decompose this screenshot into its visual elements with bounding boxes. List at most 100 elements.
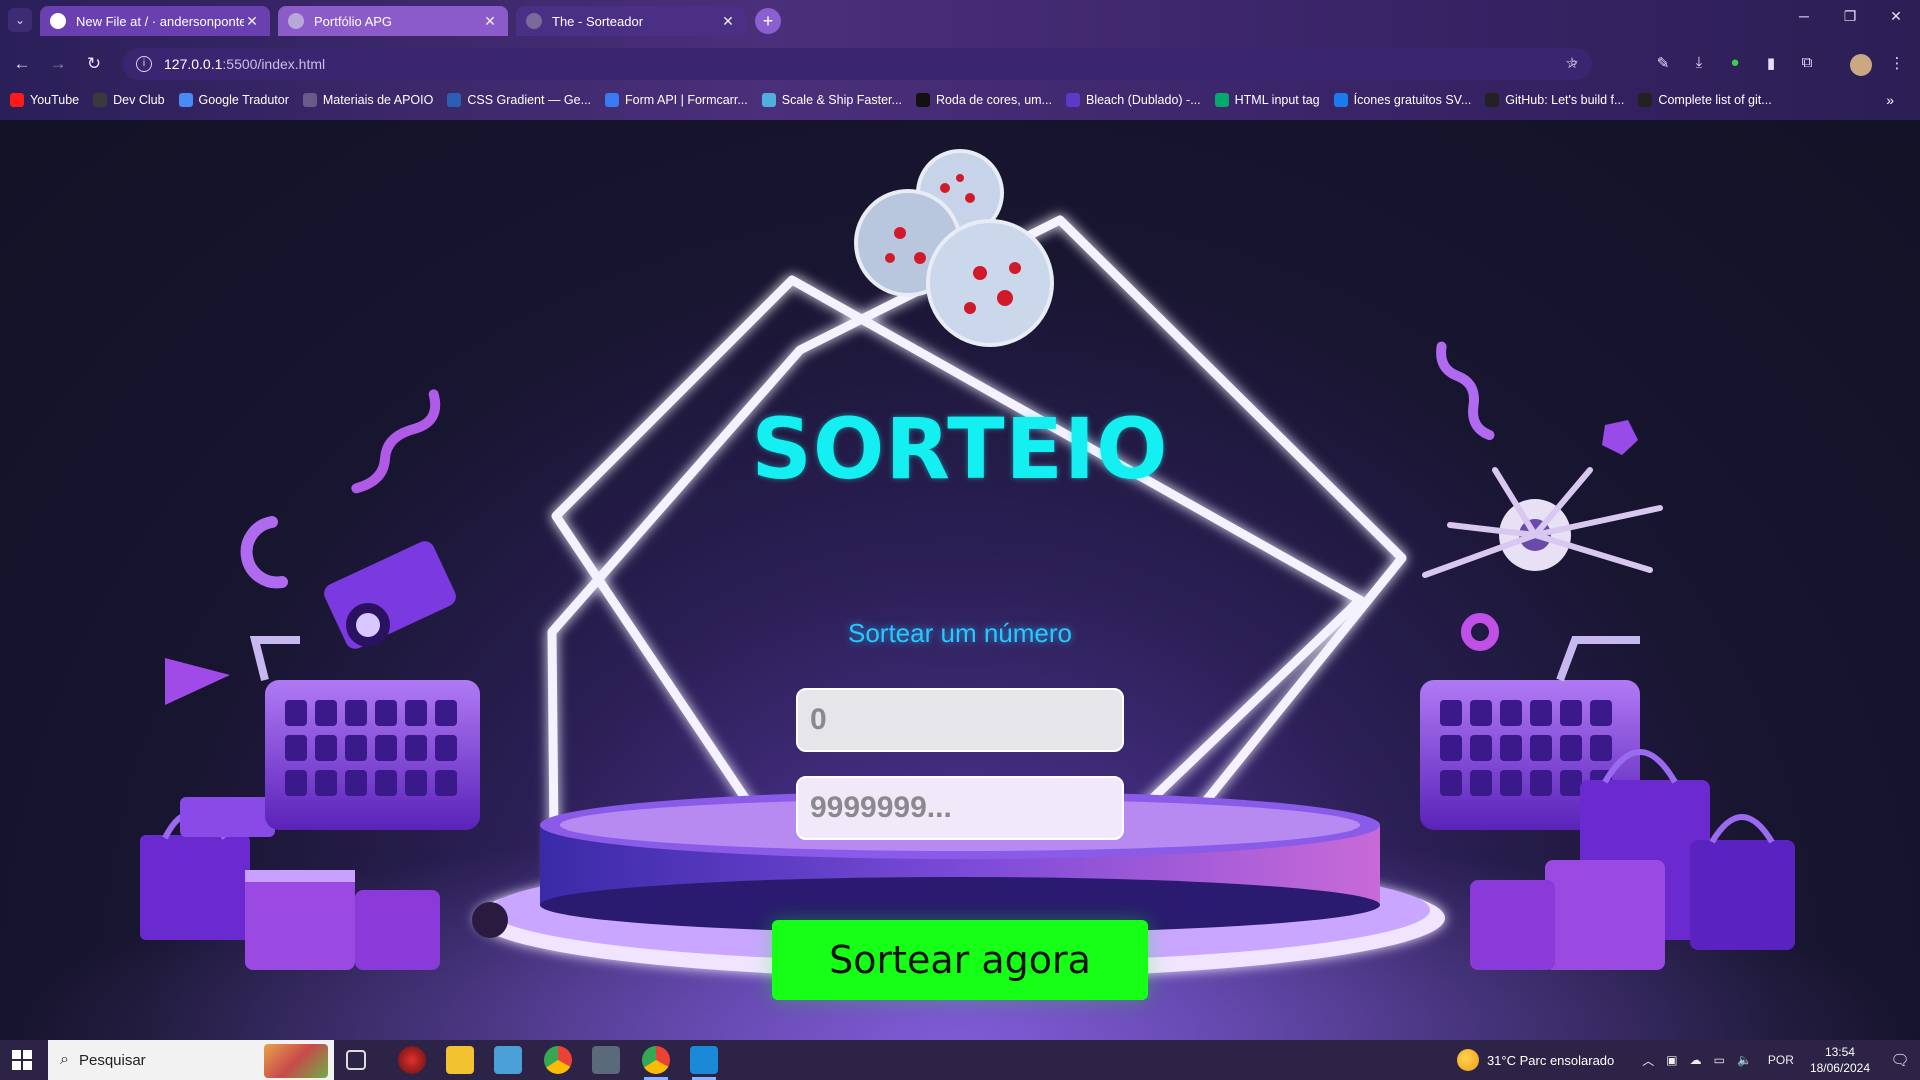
play-icon [1065,93,1080,107]
max-number-input[interactable] [796,776,1124,840]
tab-strip: ⌄ New File at / · andersonpontes8 ✕ Port… [0,0,1920,40]
bookmark-label: YouTube [30,93,80,107]
download-icon[interactable]: ⤓ [1688,54,1710,76]
network-icon[interactable]: ▭ [1714,1053,1725,1067]
tab-title: Portfólio APG [314,13,393,29]
file-explorer-icon[interactable] [446,1046,474,1074]
bookmarks-bar: YouTube Dev Club Google Tradutor Materia… [0,86,1920,114]
tab-title: The - Sorteador [552,13,644,29]
reload-icon[interactable]: ↻ [82,52,106,76]
bookmark-bleach[interactable]: Bleach (Dublado) -... [1065,93,1201,107]
bookmark-html-input[interactable]: HTML input tag [1214,93,1320,107]
back-icon[interactable]: ← [10,52,34,76]
bookmark-label: Materiais de APOIO [322,93,434,107]
close-tab-icon[interactable]: ✕ [720,13,736,30]
search-icon: ⌕ [60,1051,69,1068]
forward-icon[interactable]: → [46,52,70,76]
color-wheel-icon [915,93,930,107]
meet-icon[interactable]: ▣ [1666,1053,1677,1067]
close-tab-icon[interactable]: ✕ [244,13,260,30]
page-title: SORTEIO [751,400,1169,498]
bookmarks-more-icon[interactable]: » [1886,92,1894,108]
bookmark-formcarry[interactable]: Form API | Formcarr... [605,93,748,107]
bookmark-label: CSS Gradient — Ge... [467,93,592,107]
bookmark-devclub[interactable]: Dev Club [93,93,165,107]
bookmark-label: Google Tradutor [198,93,289,107]
vscode-icon[interactable] [690,1046,718,1080]
translate-icon [178,93,193,107]
bookmark-git-list[interactable]: Complete list of git... [1638,93,1772,107]
restore-icon[interactable]: ❐ [1830,8,1870,32]
min-number-input[interactable] [796,688,1124,752]
extensions-puzzle-icon[interactable]: ⧉ [1796,54,1818,76]
task-view-icon[interactable] [346,1050,366,1070]
page-content: SORTEIO Sortear um número Sortear agora [0,120,1920,1040]
bookmark-scale-ship[interactable]: Scale & Ship Faster... [761,93,902,107]
close-tab-icon[interactable]: ✕ [482,13,498,30]
bookmark-label: Roda de cores, um... [935,93,1052,107]
bookmark-label: Complete list of git... [1658,93,1772,107]
bookmark-label: Form API | Formcarr... [625,93,748,107]
clock-time: 13:54 [1824,1045,1855,1059]
draw-now-button[interactable]: Sortear agora [772,920,1148,1000]
globe-icon [526,13,542,29]
dice-logo [854,149,1054,347]
menu-kebab-icon[interactable]: ⋮ [1886,54,1908,76]
tab-search-button[interactable]: ⌄ [8,8,32,32]
tab-github[interactable]: New File at / · andersonpontes8 ✕ [40,6,270,36]
volume-icon[interactable]: 🔈 [1737,1053,1752,1067]
bookmark-label: Scale & Ship Faster... [781,93,902,107]
clock-date: 18/06/2024 [1809,1061,1870,1075]
chrome-icon[interactable] [544,1046,572,1074]
site-info-icon[interactable]: i [136,56,152,72]
language-indicator[interactable]: POR [1768,1053,1794,1067]
bookmark-label: GitHub: Let's build f... [1505,93,1625,107]
bookmark-google-tradutor[interactable]: Google Tradutor [178,93,289,107]
icons-icon [1333,93,1348,107]
github-icon [1485,93,1500,107]
windows-taskbar: ⌕ Pesquisar 31°C Parc ensolarado ︿ ▣ ☁ ▭… [0,1040,1920,1080]
url-host: 127.0.0.1 [164,56,223,72]
tab-sorteador[interactable]: The - Sorteador ✕ [516,6,746,36]
chevron-up-icon[interactable]: ︿ [1642,1052,1654,1069]
browser-toolbar: ← → ↻ i 127.0.0.1:5500/index.html ⌕ ☆ ✎ … [0,44,1920,82]
page-subtitle: Sortear um número [848,618,1072,648]
chrome-profile-icon[interactable] [642,1046,670,1080]
profile-avatar[interactable] [1850,54,1872,76]
folder-icon [302,93,317,107]
bookmark-roda-cores[interactable]: Roda de cores, um... [915,93,1052,107]
globe-icon [288,13,304,29]
bookmark-css-gradient[interactable]: CSS Gradient — Ge... [447,93,591,107]
minimize-icon[interactable]: ─ [1784,8,1824,32]
cloud-icon[interactable]: ☁ [1690,1053,1702,1067]
clock[interactable]: 13:54 18/06/2024 [1810,1044,1870,1076]
system-tray: 31°C Parc ensolarado ︿ ▣ ☁ ▭ 🔈 POR 13:54… [1456,1040,1920,1080]
bookmark-materiais[interactable]: Materiais de APOIO [302,93,434,107]
taskbar-search[interactable]: ⌕ Pesquisar [48,1040,334,1080]
bookmark-icones[interactable]: Ícones gratuitos SV... [1333,93,1472,107]
github-icon [50,13,66,29]
bookmark-youtube[interactable]: YouTube [10,93,79,107]
weather-text[interactable]: 31°C Parc ensolarado [1487,1053,1614,1068]
weather-icon[interactable] [1456,1049,1479,1071]
gradient-icon [447,93,462,107]
tab-portfolio[interactable]: Portfólio APG ✕ [278,6,508,36]
extension-doc-icon[interactable]: ▮ [1760,54,1782,76]
new-tab-button[interactable]: + [755,8,781,34]
bookmark-github[interactable]: GitHub: Let's build f... [1485,93,1624,107]
browser-chrome: ⌄ New File at / · andersonpontes8 ✕ Port… [0,0,1920,120]
bookmark-label: Bleach (Dublado) -... [1085,93,1201,107]
url-path: :5500/index.html [222,56,326,72]
bookmark-label: Ícones gratuitos SV... [1353,93,1472,107]
close-window-icon[interactable]: ✕ [1876,8,1916,32]
app-red-icon[interactable] [398,1046,426,1074]
eyedropper-icon[interactable]: ✎ [1652,54,1674,76]
calculator-icon[interactable] [592,1046,620,1074]
extension-green-icon[interactable]: ● [1724,54,1746,76]
youtube-icon [10,93,24,107]
windows-start-icon[interactable] [12,1050,32,1070]
notification-icon[interactable]: 🗨 [1880,1051,1920,1069]
address-bar[interactable]: i 127.0.0.1:5500/index.html ⌕ ☆ [122,48,1592,80]
notepad-icon[interactable] [494,1046,522,1074]
bookmark-star-icon[interactable]: ☆ [1562,54,1582,74]
